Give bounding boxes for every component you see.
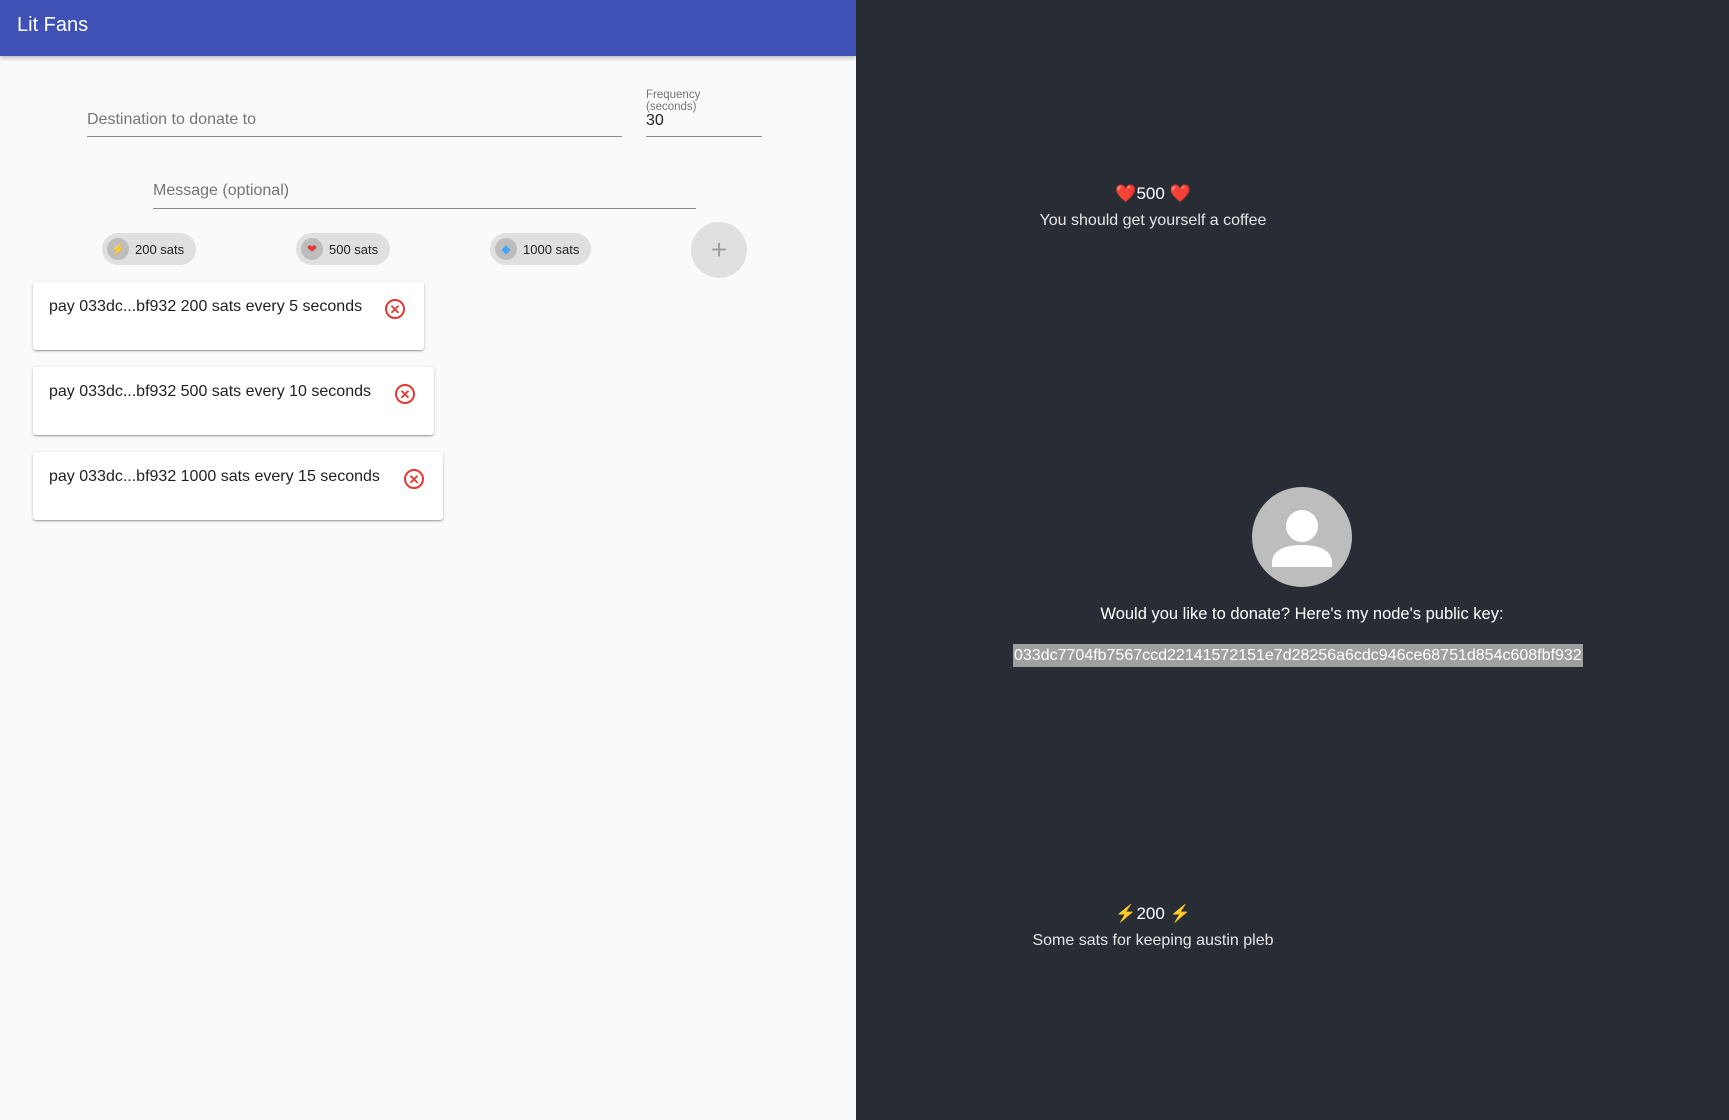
- destination-input[interactable]: [87, 111, 622, 129]
- donation-alert-top: ❤️500 ❤️ You should get yourself a coffe…: [993, 184, 1313, 230]
- destination-underline: [87, 136, 622, 137]
- remove-payment-icon[interactable]: ✕: [404, 469, 424, 489]
- donate-prompt: Would you like to donate? Here's my node…: [1100, 605, 1504, 623]
- donor-panel: Lit Fans Frequency (seconds) ⚡ 200 sats …: [0, 0, 856, 1120]
- chip-label: 200 sats: [135, 241, 185, 257]
- payment-card: pay 033dc...bf932 500 sats every 10 seco…: [33, 367, 434, 435]
- payment-card: pay 033dc...bf932 1000 sats every 15 sec…: [33, 452, 443, 520]
- heart-icon: ❤️: [1169, 184, 1191, 203]
- chip-1000-sats[interactable]: ◆ 1000 sats: [490, 233, 592, 265]
- donation-message: Some sats for keeping austin pleb: [1032, 932, 1274, 949]
- donation-amount-value: 200: [1136, 904, 1165, 923]
- payment-card: pay 033dc...bf932 200 sats every 5 secon…: [33, 282, 424, 350]
- message-underline: [153, 208, 696, 209]
- person-icon: [1272, 510, 1332, 567]
- remove-payment-icon[interactable]: ✕: [395, 384, 415, 404]
- message-field[interactable]: [153, 168, 696, 209]
- stream-panel: ❤️500 ❤️ You should get yourself a coffe…: [856, 0, 1729, 1120]
- donation-message: You should get yourself a coffee: [1039, 212, 1267, 229]
- frequency-underline: [646, 136, 762, 137]
- app-bar: Lit Fans: [0, 0, 856, 56]
- lightning-icon: ⚡: [1169, 904, 1191, 923]
- plus-icon: +: [710, 234, 728, 265]
- message-input[interactable]: [153, 182, 696, 200]
- chip-200-sats[interactable]: ⚡ 200 sats: [102, 233, 197, 265]
- frequency-input[interactable]: [646, 112, 762, 130]
- frequency-field[interactable]: Frequency (seconds): [646, 88, 762, 137]
- avatar: [1252, 487, 1352, 587]
- donation-amount: ❤️500 ❤️: [993, 184, 1313, 204]
- add-payment-button[interactable]: +: [691, 222, 747, 278]
- payment-text: pay 033dc...bf932 1000 sats every 15 sec…: [49, 468, 380, 485]
- payment-text: pay 033dc...bf932 500 sats every 10 seco…: [49, 383, 371, 400]
- donation-alert-bottom: ⚡200 ⚡ Some sats for keeping austin pleb: [993, 904, 1313, 950]
- heart-icon: ❤️: [1115, 184, 1137, 203]
- frequency-label: Frequency (seconds): [646, 89, 701, 113]
- public-key[interactable]: 033dc7704fb7567ccd22141572151e7d28256a6c…: [1013, 644, 1583, 667]
- chip-label: 1000 sats: [523, 241, 580, 257]
- lightning-icon: ⚡: [107, 238, 129, 260]
- donation-amount: ⚡200 ⚡: [993, 904, 1313, 924]
- remove-payment-icon[interactable]: ✕: [385, 299, 405, 319]
- heart-icon: ❤: [301, 238, 323, 260]
- chip-500-sats[interactable]: ❤ 500 sats: [296, 233, 391, 265]
- donation-amount-value: 500: [1136, 184, 1165, 203]
- destination-field[interactable]: [87, 95, 622, 137]
- payment-text: pay 033dc...bf932 200 sats every 5 secon…: [49, 298, 363, 315]
- chip-label: 500 sats: [329, 241, 379, 257]
- lightning-icon: ⚡: [1115, 904, 1137, 923]
- app-title: Lit Fans: [17, 14, 89, 36]
- gem-icon: ◆: [495, 238, 517, 260]
